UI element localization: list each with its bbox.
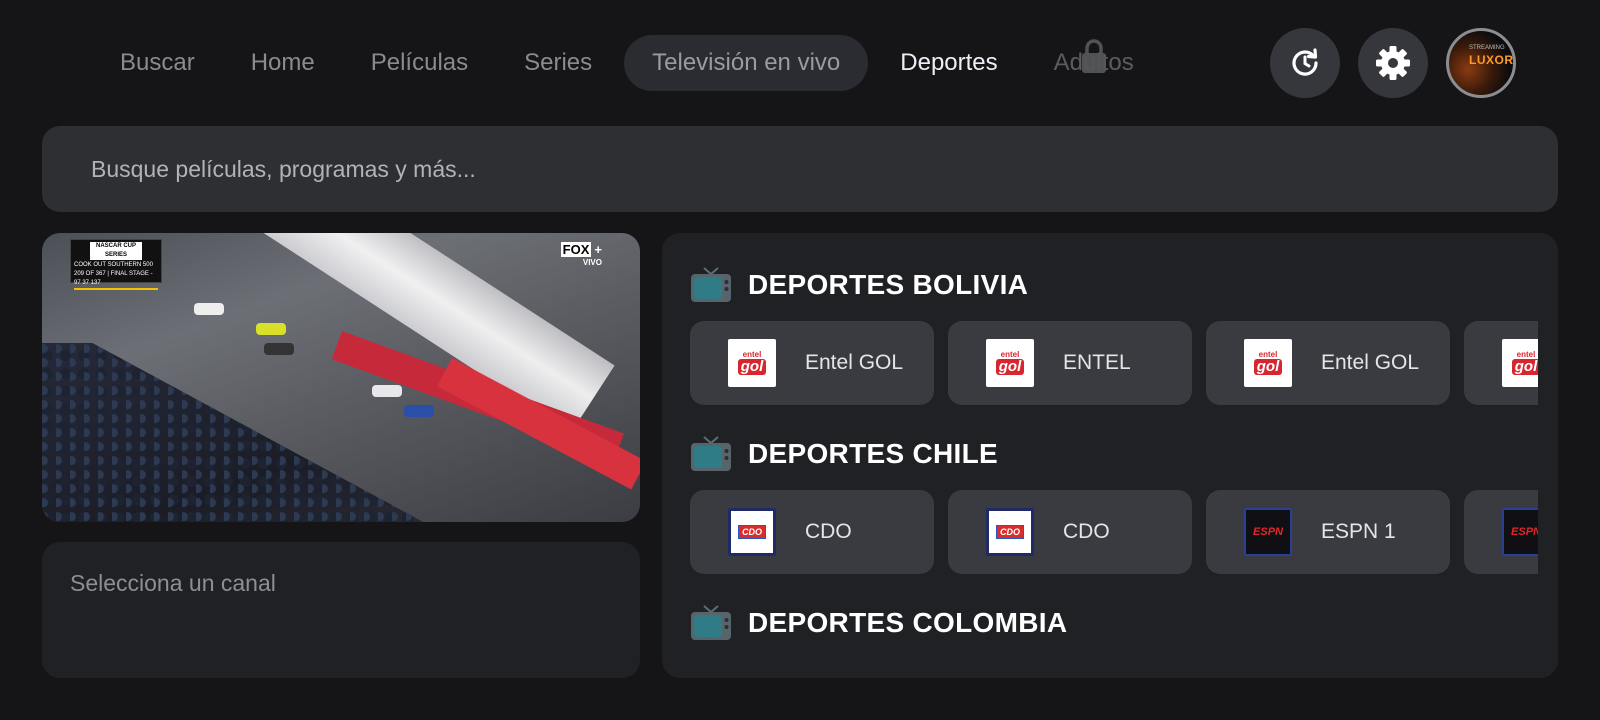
channel-card[interactable]: CDO CDO — [948, 490, 1192, 574]
channel-card[interactable]: ESPN ESPN 1 — [1206, 490, 1450, 574]
race-car — [264, 343, 294, 355]
entel-logo-main: gol — [995, 359, 1025, 375]
channel-card[interactable]: entel gol — [1464, 321, 1538, 405]
entel-logo-main: gol — [1511, 359, 1538, 375]
video-player[interactable]: NASCAR CUP SERIES COOK OUT SOUTHERN 500 … — [42, 233, 640, 522]
channel-label: ENTEL — [1063, 351, 1131, 374]
group-title: DEPORTES CHILE — [748, 438, 999, 469]
entel-gol-logo: entel gol — [1244, 339, 1292, 387]
entel-gol-logo: entel gol — [728, 339, 776, 387]
tv-icon — [691, 267, 731, 302]
cdo-logo-text: CDO — [996, 525, 1024, 539]
main-nav: Buscar Home Películas Series Televisión … — [92, 35, 1162, 91]
cdo-logo: CDO — [986, 508, 1034, 556]
channel-label: ESPN 1 — [1321, 520, 1396, 543]
channel-card[interactable]: CDO CDO — [690, 490, 934, 574]
cdo-logo-text: CDO — [738, 525, 766, 539]
nav-home[interactable]: Home — [223, 35, 343, 91]
race-car — [194, 303, 224, 315]
espn-logo-text: ESPN — [1511, 526, 1538, 538]
entel-logo-main: gol — [737, 359, 767, 375]
race-car — [404, 405, 434, 417]
select-channel-text: Selecciona un canal — [70, 570, 276, 596]
profile-avatar[interactable]: STREAMING LUXOR — [1446, 28, 1516, 98]
channel-card[interactable]: entel gol ENTEL — [948, 321, 1192, 405]
nav-television-en-vivo[interactable]: Televisión en vivo — [624, 35, 869, 91]
entel-gol-logo: entel gol — [1502, 339, 1538, 387]
group-header: DEPORTES BOLIVIA — [690, 265, 1028, 305]
lock-icon — [1081, 39, 1106, 73]
series-logo: NASCAR CUP SERIES — [90, 242, 142, 260]
nav-deportes[interactable]: Deportes — [872, 35, 1025, 91]
entel-logo-main: gol — [1253, 359, 1283, 375]
avatar-brand: LUXOR — [1469, 53, 1514, 67]
settings-button[interactable] — [1358, 28, 1428, 98]
group-header: DEPORTES CHILE — [690, 434, 998, 474]
race-event: COOK OUT SOUTHERN 500 — [74, 262, 153, 268]
history-icon — [1292, 48, 1318, 76]
race-car — [256, 323, 286, 335]
header-actions: STREAMING LUXOR — [1270, 28, 1516, 98]
race-car — [372, 385, 402, 397]
group-title: DEPORTES COLOMBIA — [748, 607, 1068, 638]
group-header: DEPORTES COLOMBIA — [690, 603, 1067, 643]
channel-label: Entel GOL — [1321, 351, 1420, 374]
live-label: VIVO — [582, 258, 602, 267]
channel-label: Entel GOL — [805, 351, 904, 374]
race-status: 209 OF 367 | FINAL STAGE - 97 37 137 — [74, 271, 153, 286]
channel-card[interactable]: entel gol Entel GOL — [1206, 321, 1450, 405]
nav-peliculas[interactable]: Películas — [343, 35, 496, 91]
channel-label: CDO — [1063, 520, 1110, 543]
channel-label: CDO — [805, 520, 852, 543]
espn-logo: ESPN — [1244, 508, 1292, 556]
tv-icon — [691, 605, 731, 640]
nav-series[interactable]: Series — [496, 35, 620, 91]
fox-logo-text: FOX — [560, 242, 592, 257]
entel-gol-logo: entel gol — [986, 339, 1034, 387]
search-bar — [42, 126, 1558, 212]
history-button[interactable] — [1270, 28, 1340, 98]
espn-logo-text: ESPN — [1253, 526, 1283, 538]
channel-card[interactable]: entel gol Entel GOL — [690, 321, 934, 405]
channel-info-box: Selecciona un canal — [42, 542, 640, 678]
gear-icon — [1376, 46, 1410, 80]
nav-adultos[interactable]: Adultos — [1026, 35, 1162, 91]
channel-row: entel gol Entel GOL entel gol ENTEL ente… — [690, 321, 1538, 405]
espn-logo: ESPN — [1502, 508, 1538, 556]
channel-groups-panel: DEPORTES BOLIVIA entel gol Entel GOL ent… — [662, 233, 1558, 678]
search-input[interactable] — [91, 155, 1558, 183]
channel-card[interactable]: ESPN — [1464, 490, 1538, 574]
cdo-logo: CDO — [728, 508, 776, 556]
avatar-subtitle: STREAMING — [1469, 45, 1505, 51]
race-score-bug: NASCAR CUP SERIES COOK OUT SOUTHERN 500 … — [70, 239, 162, 290]
channel-row: CDO CDO CDO CDO ESPN ESPN 1 ESPN — [690, 490, 1538, 574]
nav-buscar[interactable]: Buscar — [92, 35, 223, 91]
bug-underline — [74, 288, 158, 290]
network-logo: FOX + VIVO — [560, 242, 602, 267]
tv-icon — [691, 436, 731, 471]
group-title: DEPORTES BOLIVIA — [748, 269, 1029, 300]
